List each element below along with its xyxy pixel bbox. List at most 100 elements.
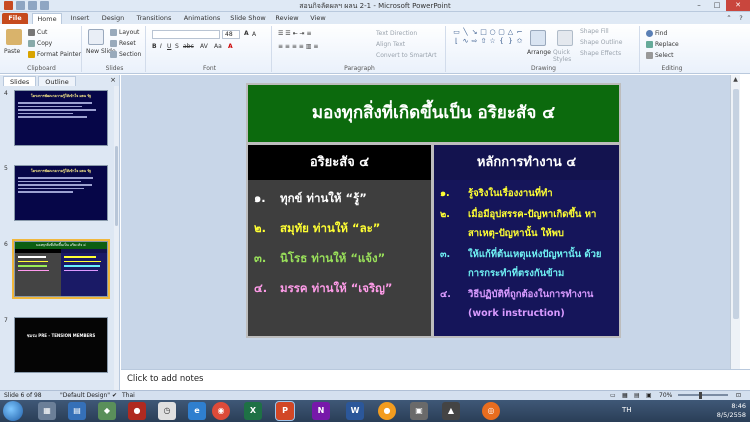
thumbnail-image[interactable]: มองทุกสิ่งที่เกิดขึ้นเป็น อริยะสัจ ๔ xyxy=(12,239,110,299)
triangle-shape-icon[interactable]: △ xyxy=(506,28,515,37)
section-button[interactable]: Section xyxy=(110,51,141,58)
replace-button[interactable]: Replace xyxy=(646,41,679,48)
shadow-button[interactable]: S xyxy=(175,43,179,50)
format-painter-button[interactable]: Format Painter xyxy=(28,51,81,58)
layout-button[interactable]: Layout xyxy=(110,29,139,36)
language-indicator[interactable]: Thai xyxy=(122,391,135,400)
rect-shape-icon[interactable]: □ xyxy=(479,28,488,37)
tab-design[interactable]: Design xyxy=(98,13,128,24)
minimize-ribbon-icon[interactable]: ⌃ xyxy=(724,13,734,24)
ie-icon[interactable]: e xyxy=(188,402,206,420)
chrome-icon[interactable]: ◉ xyxy=(212,402,230,420)
reset-button[interactable]: Reset xyxy=(110,40,136,47)
oval-shape-icon[interactable]: ○ xyxy=(488,28,497,37)
explorer-icon[interactable]: ▤ xyxy=(68,402,86,420)
minimize-button[interactable]: – xyxy=(690,0,708,11)
tab-animations[interactable]: Animations xyxy=(180,13,224,24)
pane-scrollbar[interactable] xyxy=(114,86,119,390)
textbox-shape-icon[interactable]: ▭ xyxy=(452,28,461,37)
new-slide-icon[interactable] xyxy=(88,29,104,45)
tab-view[interactable]: View xyxy=(306,13,330,24)
arrow-right-shape-icon[interactable]: ⇨ xyxy=(470,37,479,46)
tab-insert[interactable]: Insert xyxy=(66,13,94,24)
paste-icon[interactable] xyxy=(6,29,22,45)
quick-styles-icon[interactable] xyxy=(557,30,573,46)
arrow-up-shape-icon[interactable]: ⇧ xyxy=(479,37,488,46)
select-button[interactable]: Select xyxy=(646,52,674,59)
slideshow-view-icon[interactable]: ▣ xyxy=(646,391,652,400)
tab-outline[interactable]: Outline xyxy=(38,76,76,86)
onenote-icon[interactable]: N xyxy=(312,402,330,420)
arrow-shape-icon[interactable]: ↘ xyxy=(470,28,479,37)
left-column[interactable]: อริยะสัจ ๔ ๑. ทุกข์ ท่านให้ “รู้” ๒. สมุทั… xyxy=(248,145,431,336)
slide-title[interactable]: มองทุกสิ่งที่เกิดขึ้นเป็น อริยะสัจ ๔ xyxy=(248,85,619,142)
app-icon[interactable]: ▦ xyxy=(38,402,56,420)
fit-window-icon[interactable]: ⊡ xyxy=(736,391,741,400)
curve-shape-icon[interactable]: ∿ xyxy=(461,37,470,46)
thumbnail-image[interactable]: โครงการพัฒนาความรู้ให้เข้าใจ ผลน รัฐ xyxy=(14,90,108,146)
grow-font-button[interactable]: A xyxy=(244,30,249,37)
underline-button[interactable]: U xyxy=(167,43,171,50)
align-buttons[interactable]: ≡ ≡ ≡ ≡ ▥ ≡ xyxy=(278,43,318,50)
zoom-level[interactable]: 70% xyxy=(659,391,672,400)
quick-styles-button[interactable]: Quick Styles xyxy=(553,49,581,63)
convert-smartart-button[interactable]: Convert to SmartArt xyxy=(376,52,437,59)
font-size-combo[interactable]: 48 xyxy=(222,30,240,39)
star5-shape-icon[interactable]: ✩ xyxy=(515,37,524,46)
more-shape-icon[interactable]: ⌐ xyxy=(515,28,524,37)
align-text-button[interactable]: Align Text xyxy=(376,41,405,48)
tab-home[interactable]: Home xyxy=(32,13,62,24)
reading-view-icon[interactable]: ▤ xyxy=(634,391,640,400)
notes-pane[interactable]: Click to add notes xyxy=(121,369,750,390)
arrange-icon[interactable] xyxy=(530,30,546,46)
word-icon[interactable]: W xyxy=(346,402,364,420)
normal-view-icon[interactable]: ▭ xyxy=(610,391,616,400)
editor-scroll-thumb[interactable] xyxy=(733,89,739,319)
thumbnail-image[interactable]: โครงการพัฒนาความรู้ให้เข้าใจ ผลน รัฐ xyxy=(14,165,108,221)
font-name-combo[interactable] xyxy=(152,30,220,39)
brace-shape-icon[interactable]: { xyxy=(497,37,506,46)
slide-thumbnail[interactable]: 7 ชมรม PRE - TENSION MEMBERS xyxy=(2,317,114,375)
clock-app-icon[interactable]: ◷ xyxy=(158,402,176,420)
app-icon[interactable]: ● xyxy=(128,402,146,420)
font-color-button[interactable]: A xyxy=(228,43,233,50)
spacing-button[interactable]: AV xyxy=(200,43,208,50)
arrange-button[interactable]: Arrange xyxy=(527,49,551,56)
shapes-gallery[interactable]: ▭ ╲ ↘ □ ○ ▢ △ ⌐ ⌊ ∿ ⇨ ⇧ ☆{} ✩ xyxy=(452,28,524,56)
cut-button[interactable]: Cut xyxy=(28,29,47,36)
shrink-font-button[interactable]: A xyxy=(252,31,256,38)
start-button[interactable] xyxy=(3,401,23,421)
bold-button[interactable]: B xyxy=(152,43,157,50)
input-language[interactable]: TH xyxy=(622,406,632,414)
italic-button[interactable]: I xyxy=(160,43,162,50)
editor-scrollbar[interactable]: ▲ xyxy=(730,75,740,369)
tab-slides[interactable]: Slides xyxy=(3,76,37,86)
thumbnail-image[interactable]: ชมรม PRE - TENSION MEMBERS xyxy=(14,317,108,373)
bullets-button[interactable]: ☰ ☰ ⇤ ⇥ ≡ xyxy=(278,30,311,37)
tab-slide-show[interactable]: Slide Show xyxy=(228,13,268,24)
bracket-shape-icon[interactable]: ⌊ xyxy=(452,37,461,46)
help-icon[interactable]: ? xyxy=(736,13,746,24)
sorter-view-icon[interactable]: ▦ xyxy=(622,391,628,400)
system-clock[interactable]: 8:46 8/5/2558 xyxy=(717,402,746,420)
find-button[interactable]: Find xyxy=(646,30,667,37)
app-icon[interactable]: ▲ xyxy=(442,402,460,420)
excel-icon[interactable]: X xyxy=(244,402,262,420)
text-direction-button[interactable]: Text Direction xyxy=(376,30,417,37)
zoom-slider[interactable] xyxy=(678,394,728,396)
app-icon[interactable]: ● xyxy=(378,402,396,420)
line-shape-icon[interactable]: ╲ xyxy=(461,28,470,37)
app-icon[interactable]: ◆ xyxy=(98,402,116,420)
tab-file[interactable]: File xyxy=(2,13,28,24)
shape-effects-button[interactable]: Shape Effects xyxy=(580,50,621,57)
app-icon[interactable]: ▣ xyxy=(410,402,428,420)
scroll-up-icon[interactable]: ▲ xyxy=(731,75,740,84)
change-case-button[interactable]: Aa xyxy=(214,43,222,50)
slide-thumbnail[interactable]: 5 โครงการพัฒนาความรู้ให้เข้าใจ ผลน รัฐ xyxy=(2,165,114,223)
pane-scroll-thumb[interactable] xyxy=(115,146,118,226)
copy-button[interactable]: Copy xyxy=(28,40,52,47)
shape-fill-button[interactable]: Shape Fill xyxy=(580,28,609,35)
powerpoint-taskbar-icon[interactable]: P xyxy=(275,401,295,421)
shape-outline-button[interactable]: Shape Outline xyxy=(580,39,622,46)
close-pane-icon[interactable]: × xyxy=(110,76,116,84)
